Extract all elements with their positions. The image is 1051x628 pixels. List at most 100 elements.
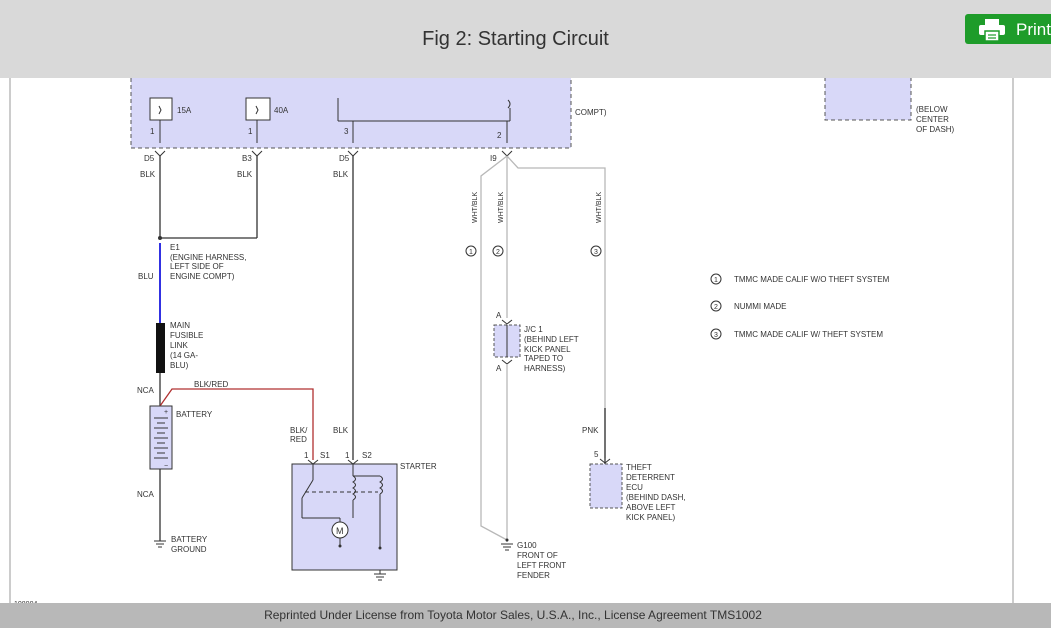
pin-2: 2: [497, 131, 502, 140]
fusible-link-body: [156, 323, 165, 373]
wire-blkred-label: BLK/RED: [194, 380, 228, 389]
legend: 1 TMMC MADE CALIF W/O THEFT SYSTEM 2 NUM…: [710, 273, 890, 340]
starter-ground-dot-a: [338, 544, 342, 548]
top-right-note-1: (BELOW: [916, 105, 948, 114]
legend-2-text: NUMMI MADE: [734, 302, 786, 311]
g100-line4: FENDER: [517, 571, 550, 580]
circle-1: 1: [469, 249, 473, 256]
nca-bottom: NCA: [137, 490, 155, 499]
footer-bar: Reprinted Under License from Toyota Moto…: [0, 603, 1051, 628]
theft-ecu-line5: ABOVE LEFT: [626, 503, 675, 512]
header-bar: Fig 2: Starting Circuit Print: [0, 0, 1051, 78]
legend-2-num: 2: [714, 304, 718, 311]
wire-whtblk-right: [506, 155, 606, 458]
starter-motor-label: M: [336, 526, 344, 536]
jc-a-top: A: [496, 311, 502, 320]
junction-note: COMPT): [575, 108, 607, 117]
connector-b3: B3: [242, 154, 252, 163]
circle-3: 3: [594, 249, 598, 256]
wire-whtblk-1: WHT/BLK: [472, 192, 479, 223]
pin-1a: 1: [150, 127, 155, 136]
jc-bottom-chevron: [501, 359, 513, 365]
starter-blkred-line1: BLK/: [290, 426, 308, 435]
theft-ecu-line6: KICK PANEL): [626, 513, 676, 522]
starter-ground-dot-b: [378, 546, 382, 550]
battery-minus: −: [164, 463, 168, 470]
connector-i9: I9: [490, 154, 497, 163]
starter-blkred-line2: RED: [290, 435, 307, 444]
g100-line1: G100: [517, 541, 537, 550]
circle-2: 2: [496, 249, 500, 256]
ecu-pin: 5: [594, 450, 599, 459]
connector-d5a-chevron: [154, 150, 166, 157]
wire-blk-b: BLK: [237, 170, 253, 179]
print-button[interactable]: Print: [965, 14, 1051, 44]
wire-whtblk-2: WHT/BLK: [498, 192, 505, 223]
fusible-link-line3: LINK: [170, 341, 188, 350]
g100-ground-symbol: [501, 543, 513, 551]
starter-pin-1a: 1: [304, 451, 309, 460]
wire-blu-label: BLU: [138, 272, 154, 281]
splice-e1-line2: (ENGINE HARNESS,: [170, 253, 246, 262]
starter-blk-label: BLK: [333, 426, 349, 435]
license-text: Reprinted Under License from Toyota Moto…: [264, 608, 762, 622]
wire-pnk-label: PNK: [582, 426, 599, 435]
splice-e1-line4: ENGINE COMPT): [170, 272, 235, 281]
jc-line1: J/C 1: [524, 325, 543, 334]
starting-circuit-diagram: 15A 40A COMPT) 1 1 3 2 D5 B3 D5 I9 BLK B…: [9, 78, 1014, 603]
theft-ecu-line1: THEFT: [626, 463, 652, 472]
battery-plus: +: [164, 409, 168, 416]
g100-line2: FRONT OF: [517, 551, 558, 560]
splice-e1-line3: LEFT SIDE OF: [170, 262, 224, 271]
fusible-link-line1: MAIN: [170, 321, 190, 330]
wire-blk-c: BLK: [333, 170, 349, 179]
legend-3-text: TMMC MADE CALIF W/ THEFT SYSTEM: [734, 330, 883, 339]
top-right-note-2: CENTER: [916, 115, 949, 124]
connector-b3-chevron: [251, 150, 263, 157]
fusible-link-line5: BLU): [170, 361, 189, 370]
junction-block: [130, 78, 572, 149]
diagram-viewport[interactable]: 15A 40A COMPT) 1 1 3 2 D5 B3 D5 I9 BLK B…: [0, 78, 1051, 603]
connector-d5b: D5: [339, 154, 350, 163]
connector-i9-chevron: [501, 150, 513, 157]
starter-pin-1b: 1: [345, 451, 350, 460]
jc-line2: (BEHIND LEFT: [524, 335, 579, 344]
theft-ecu-line4: (BEHIND DASH,: [626, 493, 686, 502]
fuse-15a-label: 15A: [177, 106, 192, 115]
legend-1-num: 1: [714, 277, 718, 284]
starter-s1: S1: [320, 451, 330, 460]
pin-1b: 1: [248, 127, 253, 136]
wire-blkred: [159, 388, 314, 460]
starter-s2: S2: [362, 451, 372, 460]
battery-label: BATTERY: [176, 410, 213, 419]
top-right-box: [824, 78, 912, 121]
fusible-link-line4: (14 GA-: [170, 351, 198, 360]
starter-s2-chevron: [347, 459, 359, 465]
starter-s1-chevron: [307, 459, 319, 465]
theft-ecu-line3: ECU: [626, 483, 643, 492]
jc-line5: HARNESS): [524, 364, 566, 373]
printer-icon: [979, 19, 1005, 41]
connector-d5b-chevron: [347, 150, 359, 157]
print-label: Print: [1016, 20, 1051, 39]
pin-3: 3: [344, 127, 349, 136]
g100-line3: LEFT FRONT: [517, 561, 566, 570]
theft-ecu-line2: DETERRENT: [626, 473, 675, 482]
page-title: Fig 2: Starting Circuit: [422, 28, 609, 50]
nca-top: NCA: [137, 386, 155, 395]
battery-ground-line2: GROUND: [171, 545, 207, 554]
wire-whtblk-3: WHT/BLK: [596, 192, 603, 223]
connector-d5a: D5: [144, 154, 155, 163]
starter-label: STARTER: [400, 462, 437, 471]
jc-a-bottom: A: [496, 364, 502, 373]
battery-ground-line1: BATTERY: [171, 535, 208, 544]
battery-ground-symbol: [154, 540, 166, 548]
wire-blk-a: BLK: [140, 170, 156, 179]
splice-e1-dot: [158, 236, 162, 240]
legend-1-text: TMMC MADE CALIF W/O THEFT SYSTEM: [734, 275, 890, 284]
starter-box: [291, 463, 398, 571]
legend-3-num: 3: [714, 332, 718, 339]
splice-e1-line1: E1: [170, 243, 180, 252]
jc-top-chevron: [501, 319, 513, 325]
jc-line3: KICK PANEL: [524, 345, 571, 354]
